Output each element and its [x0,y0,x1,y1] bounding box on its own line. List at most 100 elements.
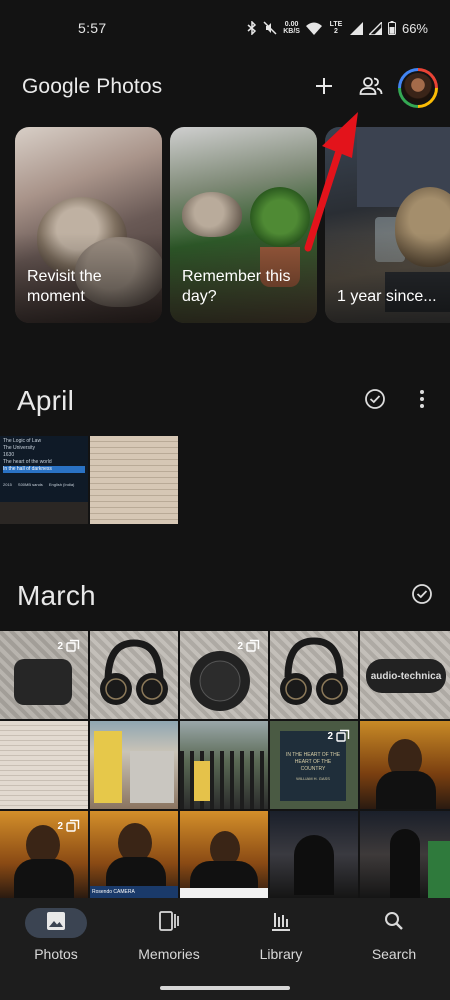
stack-badge: 2 [57,639,80,653]
select-march-button[interactable] [405,579,439,613]
menu-footer-item: 2015 [3,482,12,487]
menu-footer-item: English (India) [48,482,75,487]
nav-label: Memories [138,946,200,962]
lte-indicator: LTE 2 [329,21,343,35]
people-icon [359,76,383,101]
photo-tile-april-2[interactable] [90,436,178,524]
memory-card-3[interactable]: 1 year since... [325,127,450,323]
memory-shade [325,233,450,323]
photo-tile-march-5[interactable]: audio-technica [360,631,450,719]
nav-label: Photos [34,946,78,962]
menu-line: 1630 [3,452,15,458]
memory-caption: 1 year since... [337,288,437,305]
menu-footer-item: S00MB sands [17,482,43,487]
stack-count: 2 [237,640,243,652]
section-title-april: April [17,385,75,416]
check-circle-icon [411,583,433,610]
add-button[interactable] [304,68,344,108]
nav-pill [363,908,425,938]
stack-count: 2 [57,640,63,652]
stack-icon [66,819,80,832]
book-title: IN THE HEART OF THE HEART OF THE COUNTRY [285,751,341,772]
status-time: 5:57 [78,20,107,36]
crowd [390,829,420,898]
crowd [294,835,334,895]
photo-tile-march-14[interactable] [270,811,358,898]
photo-tile-march-6[interactable] [0,721,88,809]
person-body [14,859,74,898]
desk-edge [0,502,88,524]
menu-line: The Logic of Law [3,438,42,444]
headphones-image [280,637,348,705]
nav-library[interactable]: Library [225,908,337,970]
poster [194,761,210,801]
photo-tile-march-15[interactable] [360,811,450,898]
memories-icon [158,910,180,937]
stack-badge: 2 [57,819,80,833]
building [130,751,174,803]
status-bar: 5:57 0.00 KB/S LTE 2 66% [0,0,450,56]
photo-tile-march-2[interactable] [90,631,178,719]
battery-percent: 66% [401,20,428,36]
signal-icon-2 [368,21,382,35]
search-icon [384,911,404,936]
photo-tile-march-13[interactable] [180,811,268,898]
plus-icon [315,77,333,100]
nav-pill [138,908,200,938]
stack-icon [246,639,260,652]
nav-search[interactable]: Search [338,908,450,970]
book-author: WILLIAM H. GASS [296,775,330,781]
memory-card-2[interactable]: Remember this day? [170,127,317,323]
memory-card-1[interactable]: Revisit the moment [15,127,162,323]
gesture-bar[interactable] [160,986,290,990]
poster [94,731,122,803]
stack-badge: 2 [327,729,350,743]
stack-icon [66,639,80,652]
nav-memories[interactable]: Memories [113,908,225,970]
wifi-icon [305,22,322,35]
photo-tile-march-11[interactable]: 2 [0,811,88,898]
menu-line: The heart of the world [3,459,52,465]
memories-carousel: Revisit the moment Remember this day? 1 … [15,127,450,323]
headphone-band: audio-technica [366,659,446,693]
sharing-button[interactable] [351,68,391,108]
menu-lines: The Logic of Law The University 1630 The… [0,436,88,475]
photo-tile-april-1[interactable]: The Logic of Law The University 1630 The… [0,436,88,524]
net-speed-value: 0.00 [284,21,299,28]
nav-photos[interactable]: Photos [0,908,112,970]
bluetooth-icon [247,21,257,35]
avatar-photo [403,73,433,103]
app-header: Google Photos [0,62,450,114]
more-options-button[interactable] [410,384,434,418]
pouch [14,659,72,705]
photo-tile-march-12[interactable]: Rosendo CAMERA [90,811,178,898]
photo-tile-march-4[interactable] [270,631,358,719]
stack-count: 2 [57,820,63,832]
avatar-ring [401,71,435,105]
dress [428,841,450,898]
stack-badge: 2 [237,639,260,653]
photo-tile-march-10[interactable] [360,721,450,809]
photo-tile-march-1[interactable]: 2 [0,631,88,719]
nav-label: Search [371,946,417,962]
nav-label: Library [259,946,303,962]
net-speed: 0.00 KB/S [283,21,300,35]
photo-tile-march-9[interactable]: IN THE HEART OF THE HEART OF THE COUNTRY… [270,721,358,809]
photo-icon [46,911,66,936]
section-title-march: March [17,580,96,611]
photo-tile-march-3[interactable]: 2 [180,631,268,719]
select-april-button[interactable] [358,384,392,418]
menu-screen: The Logic of Law The University 1630 The… [0,436,88,502]
nav-pill [25,908,87,938]
brand-label: audio-technica [370,670,442,682]
person-body [376,771,436,809]
library-icon [270,910,292,937]
stack-icon [336,729,350,742]
photo-tile-march-8[interactable] [180,721,268,809]
memory-caption: Revisit the moment [27,268,102,305]
account-avatar[interactable] [398,68,438,108]
signal-icon [349,21,363,35]
cat-on-chair [182,192,242,237]
photo-tile-march-7[interactable] [90,721,178,809]
menu-footer: 2015 S00MB sands English (India) [0,482,88,491]
